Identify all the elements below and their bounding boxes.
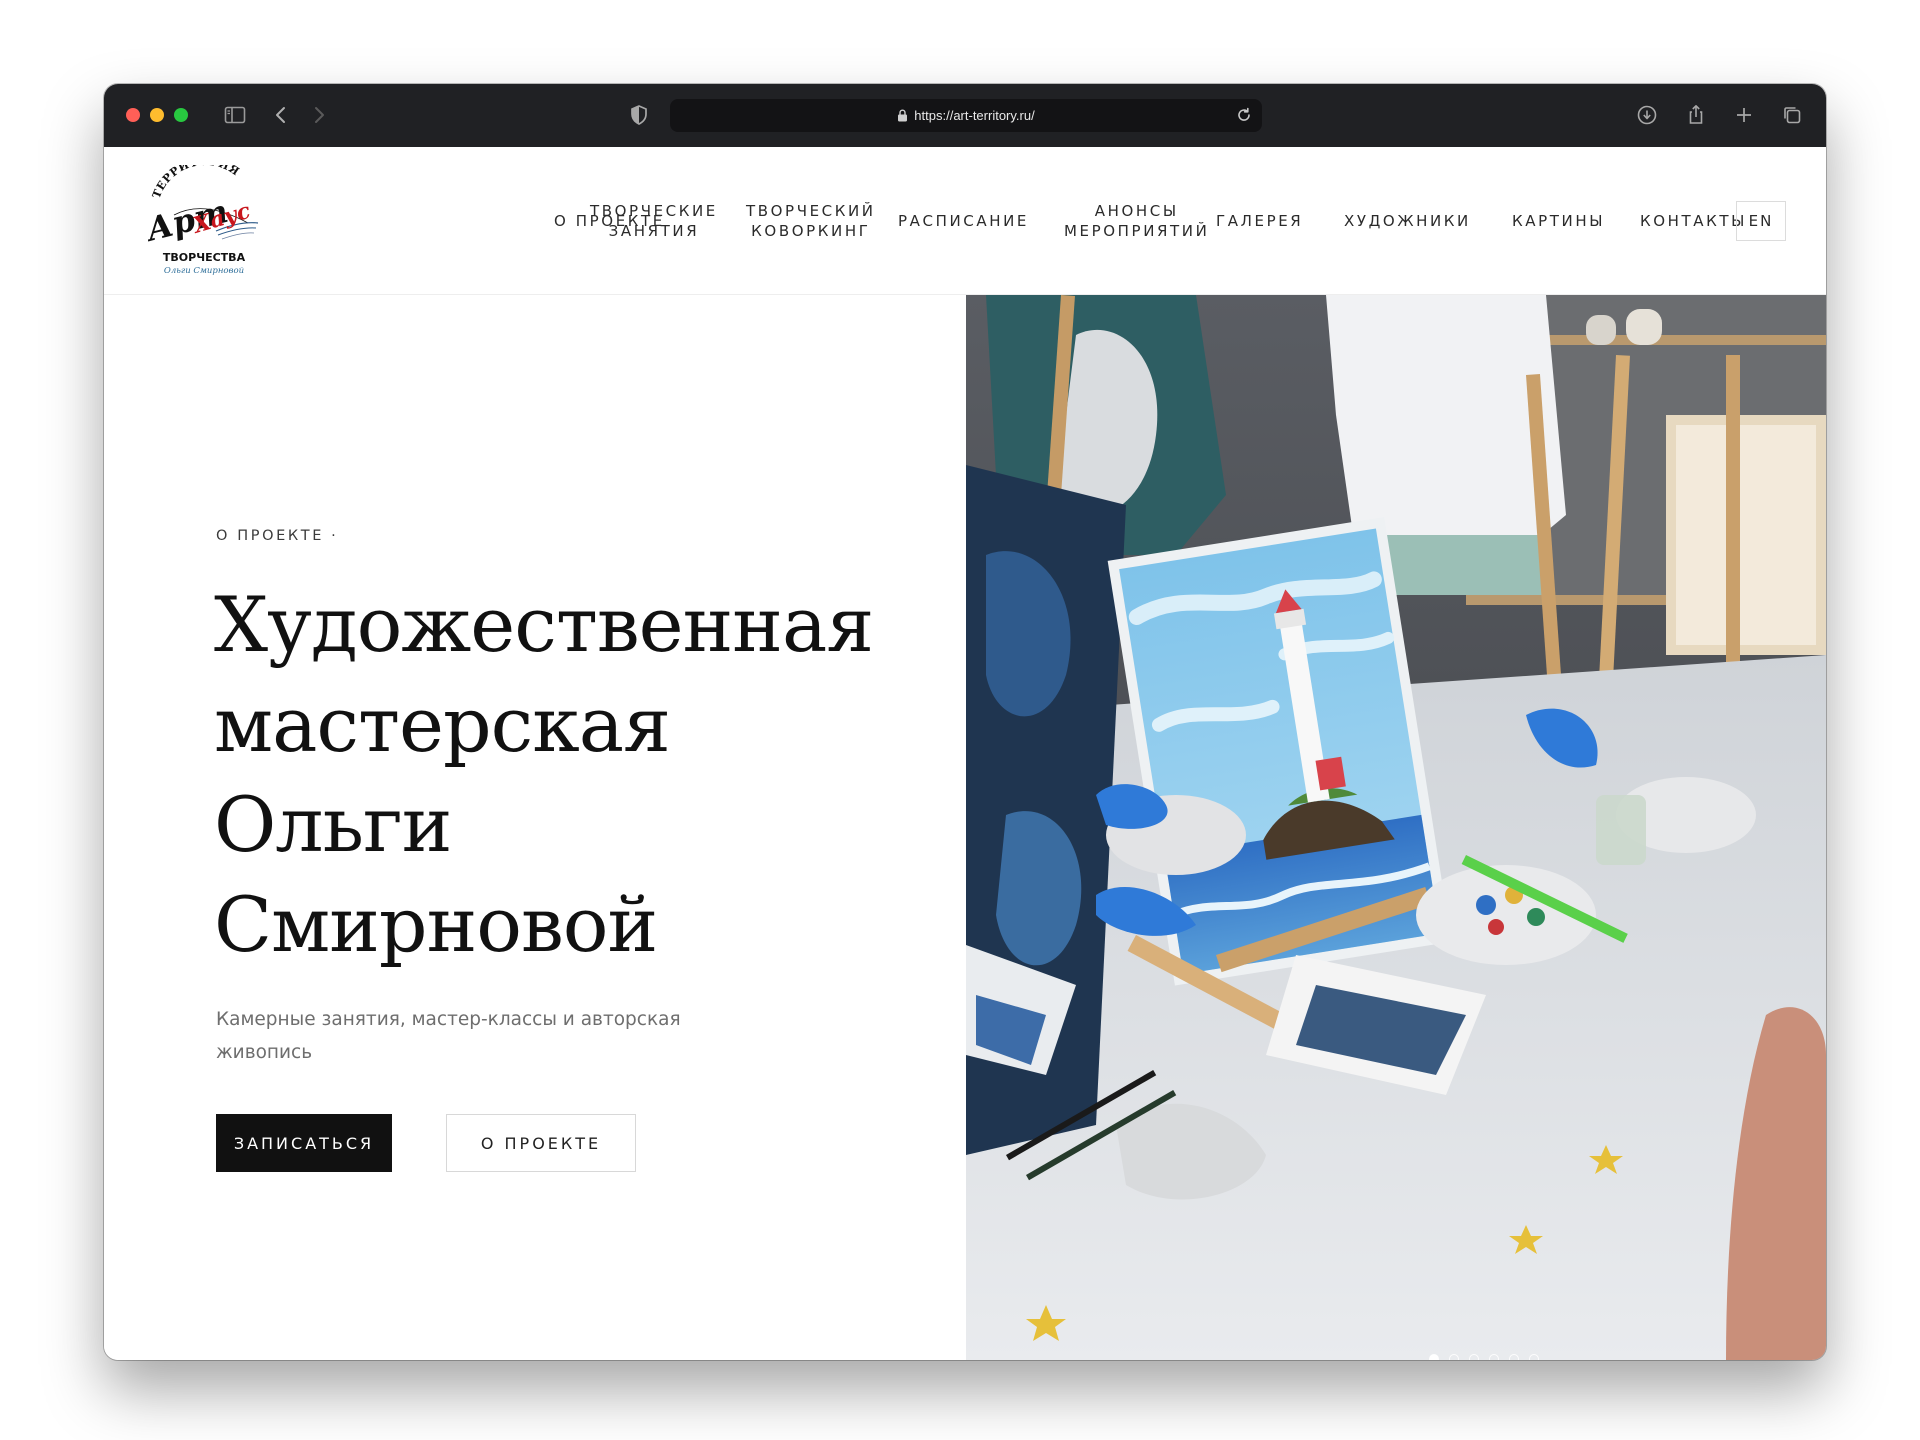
slider-dot[interactable] xyxy=(1469,1354,1479,1360)
new-tab-icon[interactable] xyxy=(1727,98,1761,132)
nav-item-label: КАРТИНЫ xyxy=(1512,212,1606,230)
nav-item-coworking[interactable]: ТВОРЧЕСКИЙ КОВОРКИНГ xyxy=(746,201,876,241)
nav-item-schedule[interactable]: РАСПИСАНИЕ xyxy=(898,211,1029,231)
hero-eyebrow: О ПРОЕКТЕ · xyxy=(216,528,339,544)
main-nav: О ПРОЕКТЕ ТВОРЧЕСКИЕ ЗАНЯТИЯ ТВОРЧЕСКИЙ … xyxy=(444,147,1826,295)
nav-item-label: ГАЛЕРЕЯ xyxy=(1216,212,1304,230)
nav-item-label: ЗАНЯТИЯ xyxy=(608,222,700,240)
logo-bottom-text: ТВОРЧЕСТВА xyxy=(163,251,246,264)
minimize-window-button[interactable] xyxy=(150,108,164,122)
nav-item-label: КОНТАКТЫ xyxy=(1640,212,1748,230)
nav-item-contacts[interactable]: КОНТАКТЫ xyxy=(1640,211,1747,231)
nav-item-events[interactable]: АНОНСЫ МЕРОПРИЯТИЙ xyxy=(1064,201,1209,241)
downloads-icon[interactable] xyxy=(1630,98,1664,132)
back-icon[interactable] xyxy=(264,98,298,132)
slider-dot[interactable] xyxy=(1509,1354,1519,1360)
language-switch-button[interactable]: EN xyxy=(1736,201,1786,241)
site-logo[interactable]: ТЕРРИТОРИЯ Арт Хаус ТВОРЧЕСТВА Ольги Сми… xyxy=(144,165,264,277)
signup-button[interactable]: ЗАПИСАТЬСЯ xyxy=(216,1114,392,1172)
svg-text:ТЕРРИТОРИЯ: ТЕРРИТОРИЯ xyxy=(150,165,242,200)
nav-item-label: ТВОРЧЕСКИЙ xyxy=(746,202,876,220)
nav-item-label: РАСПИСАНИЕ xyxy=(898,212,1029,230)
slider-dots xyxy=(1429,1354,1539,1360)
hero-title-line: Смирновой xyxy=(214,880,658,969)
close-window-button[interactable] xyxy=(126,108,140,122)
hero-title-line: мастерская xyxy=(214,680,671,769)
tab-overview-icon[interactable] xyxy=(1775,98,1809,132)
slider-dot[interactable] xyxy=(1449,1354,1459,1360)
nav-item-artists[interactable]: ХУДОЖНИКИ xyxy=(1344,211,1471,231)
nav-item-label: АНОНСЫ xyxy=(1094,202,1179,220)
address-bar[interactable]: https://art-territory.ru/ xyxy=(670,99,1262,132)
nav-item-label: МЕРОПРИЯТИЙ xyxy=(1064,222,1210,240)
nav-item-classes[interactable]: ТВОРЧЕСКИЕ ЗАНЯТИЯ xyxy=(590,201,718,241)
logo-top-text: ТЕРРИТОРИЯ xyxy=(150,165,242,200)
slider-dot[interactable] xyxy=(1489,1354,1499,1360)
browser-toolbar: https://art-territory.ru/ xyxy=(104,84,1826,147)
site-header: ТЕРРИТОРИЯ Арт Хаус ТВОРЧЕСТВА Ольги Сми… xyxy=(104,147,1826,295)
privacy-shield-icon[interactable] xyxy=(622,98,656,132)
studio-photo-illustration xyxy=(966,295,1826,1360)
logo-signature-text: Ольги Смирновой xyxy=(164,266,244,276)
nav-item-paintings[interactable]: КАРТИНЫ xyxy=(1512,211,1605,231)
forward-icon[interactable] xyxy=(302,98,336,132)
hero-photo xyxy=(966,295,1826,1360)
slider-dot[interactable] xyxy=(1429,1354,1439,1360)
reload-icon[interactable] xyxy=(1234,105,1254,125)
browser-window: https://art-territory.ru/ ТЕРРИТОРИЯ xyxy=(104,84,1826,1360)
hero-text-panel: О ПРОЕКТЕ · Художественная мастерская Ол… xyxy=(104,295,966,1360)
hero-title-line: Художественная xyxy=(214,580,874,669)
hero-title: Художественная мастерская Ольги Смирново… xyxy=(214,575,914,975)
sidebar-icon[interactable] xyxy=(218,98,252,132)
lock-icon xyxy=(898,109,908,122)
zoom-window-button[interactable] xyxy=(174,108,188,122)
nav-item-label: ТВОРЧЕСКИЕ xyxy=(590,202,718,220)
nav-item-label: ХУДОЖНИКИ xyxy=(1344,212,1471,230)
about-project-button[interactable]: О ПРОЕКТЕ xyxy=(446,1114,636,1172)
hero-title-line: Ольги xyxy=(214,780,452,869)
slider-dot[interactable] xyxy=(1529,1354,1539,1360)
share-icon[interactable] xyxy=(1679,98,1713,132)
nav-item-gallery[interactable]: ГАЛЕРЕЯ xyxy=(1216,211,1303,231)
nav-item-label: КОВОРКИНГ xyxy=(751,222,871,240)
hero-subtitle: Камерные занятия, мастер-классы и авторс… xyxy=(216,1009,681,1063)
url-text: https://art-territory.ru/ xyxy=(914,108,1035,123)
